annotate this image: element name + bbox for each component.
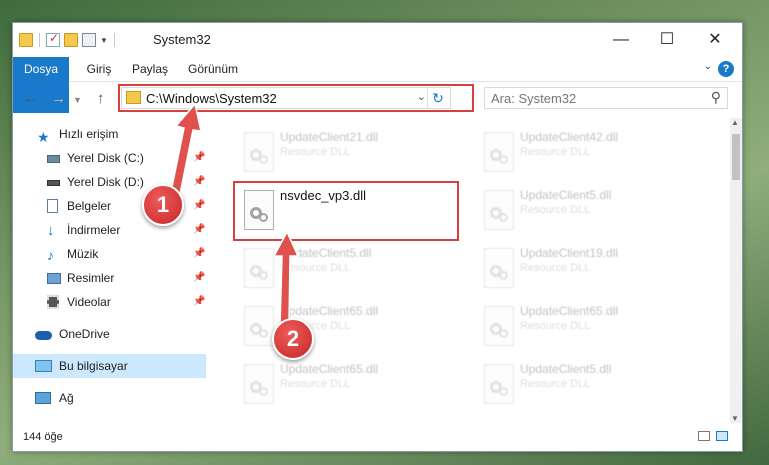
step-badge-1: 1 (142, 184, 184, 226)
step-badge-2: 2 (272, 318, 314, 360)
annotation-arrows (170, 102, 300, 327)
arrow-to-file (272, 230, 300, 327)
arrow-to-address-bar (170, 102, 202, 195)
